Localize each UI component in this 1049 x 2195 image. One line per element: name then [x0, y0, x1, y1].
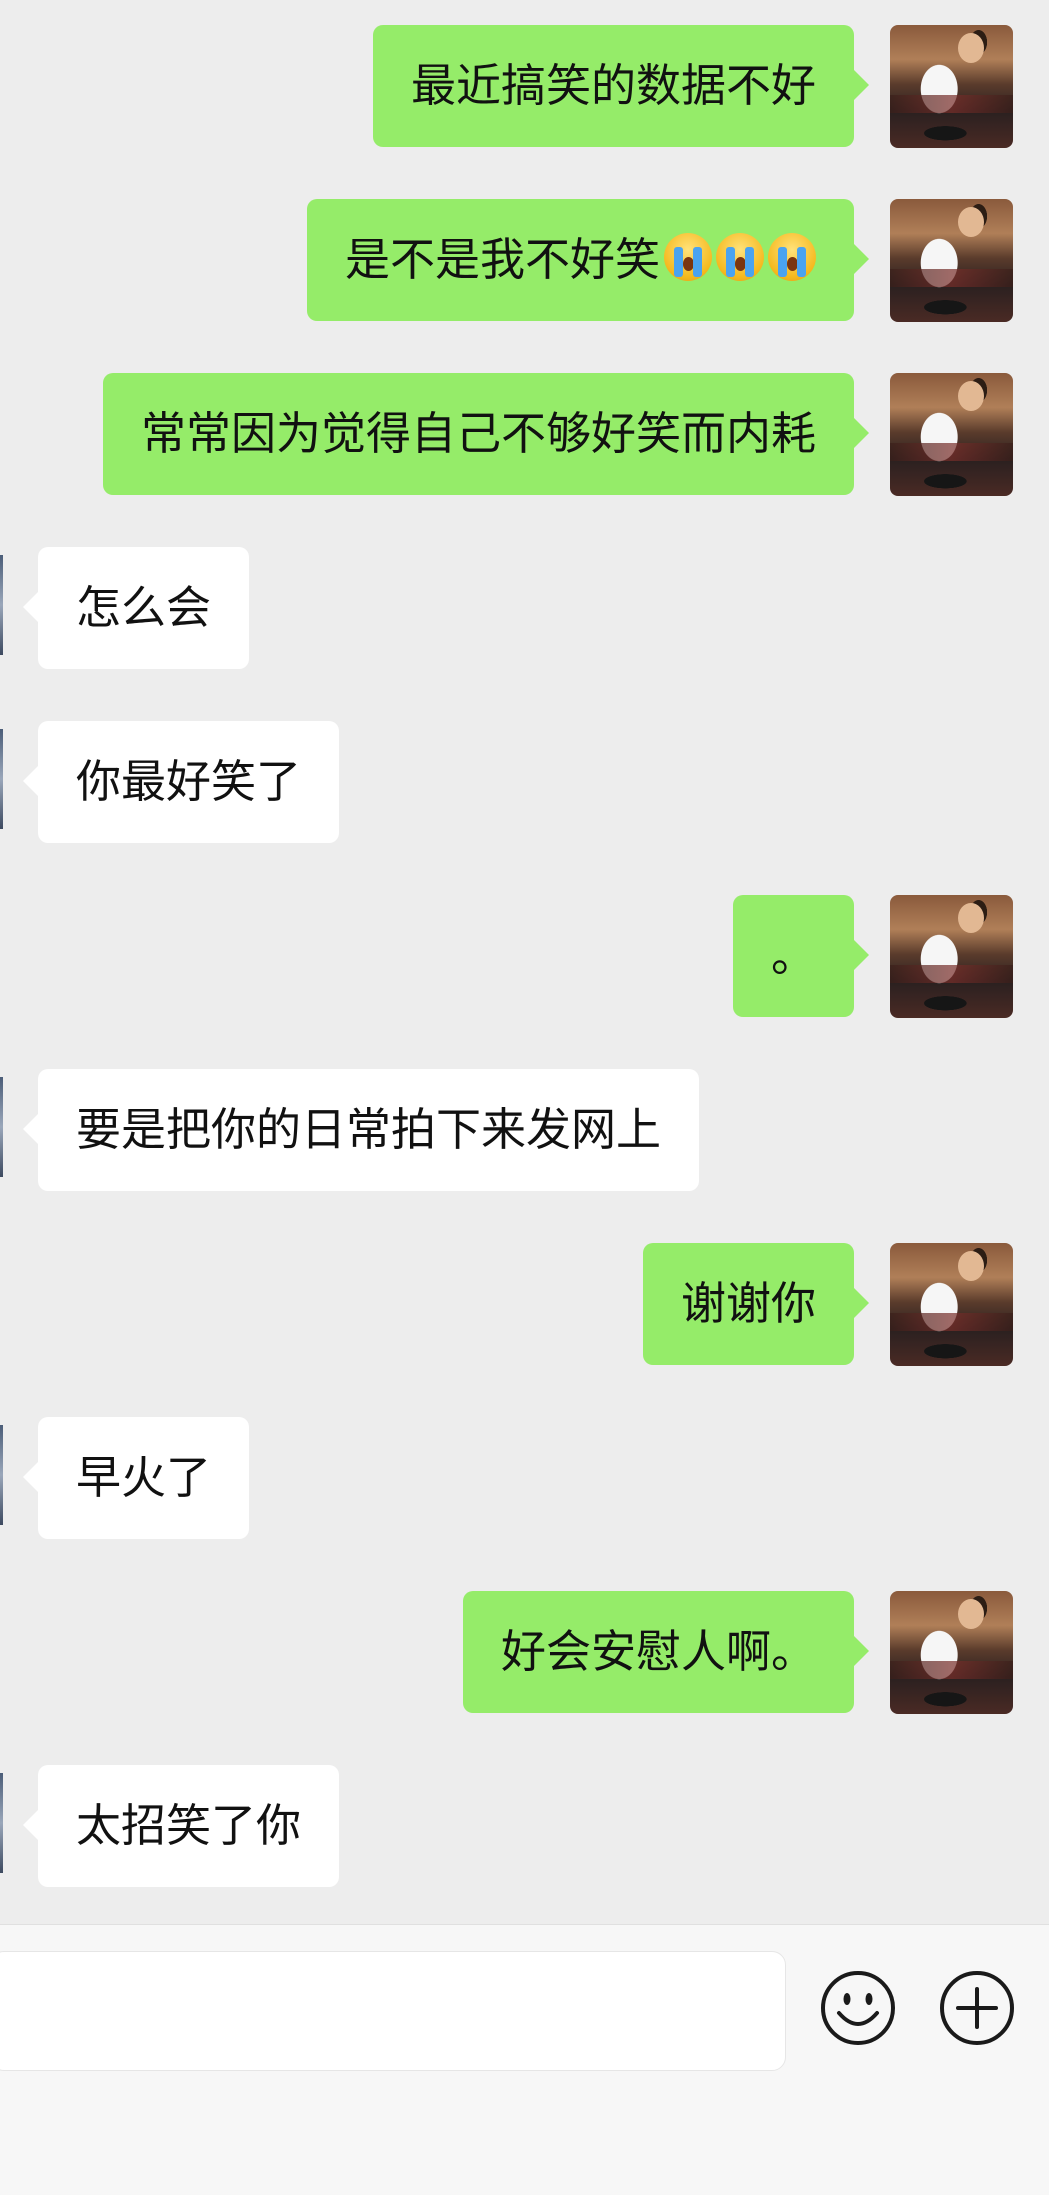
contact-avatar[interactable]	[0, 555, 3, 655]
message-text: 是不是我不好笑	[344, 233, 660, 286]
message-bubble-incoming[interactable]: 要是把你的日常拍下来发网上	[22, 1069, 700, 1191]
message-text: 最近搞笑的数据不好	[410, 59, 816, 112]
message-bubble-outgoing[interactable]: 好会安慰人啊。	[462, 1591, 870, 1713]
emoji-icon[interactable]	[819, 1969, 897, 2047]
contact-avatar[interactable]	[0, 1773, 3, 1873]
message-text: 常常因为觉得自己不够好笑而内耗	[140, 407, 816, 460]
my-avatar[interactable]	[890, 1243, 1013, 1366]
my-avatar[interactable]	[890, 373, 1013, 496]
message-text: 早火了	[76, 1451, 212, 1504]
contact-avatar[interactable]	[0, 1077, 3, 1177]
message-bubble-incoming[interactable]: 怎么会	[22, 547, 250, 669]
message-input[interactable]	[0, 1951, 786, 2071]
my-avatar[interactable]	[890, 199, 1013, 322]
message-text: 太招笑了你	[76, 1799, 302, 1852]
loudly-crying-face-emoji	[768, 233, 816, 281]
my-avatar[interactable]	[890, 25, 1013, 148]
loudly-crying-face-emoji	[664, 233, 712, 281]
message-bubble-outgoing[interactable]: 是不是我不好笑	[306, 199, 870, 321]
message-text: 你最好笑了	[76, 755, 302, 808]
message-bubble-incoming[interactable]: 太招笑了你	[22, 1765, 340, 1887]
contact-avatar[interactable]	[0, 729, 3, 829]
message-bubble-incoming[interactable]: 早火了	[22, 1417, 250, 1539]
message-text: 怎么会	[76, 581, 212, 634]
contact-avatar[interactable]	[0, 1425, 3, 1525]
my-avatar[interactable]	[890, 1591, 1013, 1714]
message-text: 。	[770, 929, 816, 982]
message-bubble-outgoing[interactable]: 常常因为觉得自己不够好笑而内耗	[102, 373, 870, 495]
my-avatar[interactable]	[890, 895, 1013, 1018]
message-bubble-outgoing[interactable]: 。	[732, 895, 870, 1017]
loudly-crying-face-emoji	[716, 233, 764, 281]
message-text: 要是把你的日常拍下来发网上	[76, 1103, 662, 1156]
message-bubble-outgoing[interactable]: 最近搞笑的数据不好	[372, 25, 870, 147]
message-text: 好会安慰人啊。	[500, 1625, 816, 1678]
message-bubble-incoming[interactable]: 你最好笑了	[22, 721, 340, 843]
input-bar	[0, 1924, 1049, 2195]
chat-area[interactable]: 最近搞笑的数据不好 是不是我不好笑 常常因为觉得自己不够好笑而内耗 怎么会 你最…	[0, 0, 1049, 1924]
plus-icon[interactable]	[938, 1969, 1016, 2047]
message-bubble-outgoing[interactable]: 谢谢你	[642, 1243, 870, 1365]
message-text: 谢谢你	[680, 1277, 816, 1330]
